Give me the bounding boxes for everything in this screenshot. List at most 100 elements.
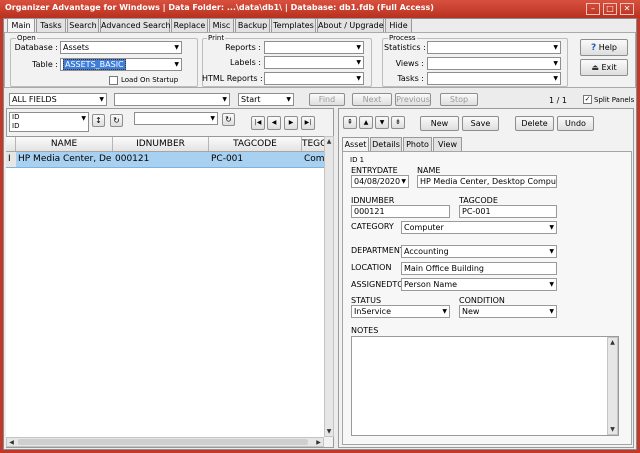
refresh-icon: ↻ [113,116,120,125]
search-field-value: ALL FIELDS [12,95,57,104]
statistics-label: Statistics : [384,43,426,52]
scroll-right-icon[interactable]: ▶ [314,438,323,447]
department-select[interactable]: Accounting ▼ [401,245,557,258]
close-button[interactable]: ✕ [620,3,634,15]
tab-about-upgrade[interactable]: About / Upgrade [317,18,384,32]
move-down-button[interactable]: ▼ [375,116,389,129]
tab-tasks[interactable]: Tasks [36,18,66,32]
status-label: STATUS [351,296,382,305]
notes-scrollbar[interactable]: ▲ ▼ [607,337,618,435]
tab-view[interactable]: View [433,137,462,151]
header-name[interactable]: NAME [16,137,113,151]
search-field-select[interactable]: ALL FIELDS ▼ [9,93,107,106]
search-mode-select[interactable]: Start ▼ [238,93,294,106]
statistics-select[interactable]: ▼ [427,41,561,54]
new-record-button[interactable]: New [420,116,459,131]
prev-record-button[interactable]: ◀ [267,116,281,130]
print-group-title: Print [207,34,226,42]
grid-horizontal-scrollbar[interactable]: ◀ ▶ [6,437,324,447]
tab-hide[interactable]: Hide [385,18,412,32]
refresh-filter-button[interactable]: ↻ [222,113,235,126]
record-counter: 1 / 1 [549,96,567,105]
grid-header: NAME IDNUMBER TAGCODE TEGO [6,137,324,152]
previous-button[interactable]: Previous [395,93,431,106]
last-icon: ▶| [304,119,312,126]
html-reports-select[interactable]: ▼ [264,72,364,85]
tab-replace[interactable]: Replace [171,18,208,32]
find-button[interactable]: Find [309,93,345,106]
scroll-up-icon[interactable]: ▲ [608,338,617,347]
header-idnumber[interactable]: IDNUMBER [113,137,209,151]
stop-button[interactable]: Stop [440,93,478,106]
location-field[interactable]: Main Office Building [401,262,557,275]
name-field[interactable]: HP Media Center, Desktop Computer [417,175,557,188]
scroll-thumb[interactable] [18,439,308,445]
exit-button[interactable]: ⏏ Exit [580,59,628,76]
tab-details[interactable]: Details [370,137,402,151]
chevron-down-icon: ▼ [356,75,361,82]
header-category[interactable]: TEGO [302,137,324,151]
cell-idnumber[interactable]: 000121 [113,152,209,167]
maximize-button[interactable]: □ [603,3,617,15]
process-group-title: Process [388,34,417,42]
grid-vertical-scrollbar[interactable]: ▲ ▼ [324,136,334,437]
scroll-down-icon[interactable]: ▼ [608,425,617,434]
sort-field-select[interactable]: ID ID ▼ [9,112,89,132]
move-top-icon: ⇞ [347,118,353,126]
assignedto-select[interactable]: Person Name ▼ [401,278,557,291]
tasks-select[interactable]: ▼ [427,72,561,85]
sort-direction-button[interactable]: ↕ [92,114,105,127]
table-row[interactable]: I HP Media Center, De 000121 PC-001 Comp [6,152,324,168]
tab-main[interactable]: Main [7,18,35,33]
cell-category[interactable]: Comp [302,152,324,167]
labels-select[interactable]: ▼ [264,56,364,69]
idnumber-field[interactable]: 000121 [351,205,450,218]
last-record-button[interactable]: ▶| [301,116,315,130]
tab-templates[interactable]: Templates [271,18,316,32]
first-record-button[interactable]: |◀ [251,116,265,130]
next-button[interactable]: Next [352,93,392,106]
category-select[interactable]: Computer ▼ [401,221,557,234]
search-text-input[interactable]: ▼ [114,93,230,106]
sort-arrows-icon: ↕ [95,116,102,125]
chevron-down-icon: ▼ [210,115,215,122]
undo-button[interactable]: Undo [557,116,594,131]
table-select[interactable]: ASSETS_BASIC ▼ [60,58,182,71]
next-record-button[interactable]: ▶ [284,116,298,130]
header-tagcode[interactable]: TAGCODE [209,137,302,151]
cell-tagcode[interactable]: PC-001 [209,152,302,167]
notes-textarea[interactable] [351,336,619,436]
minimize-button[interactable]: – [586,3,600,15]
filter-select[interactable]: ▼ [134,112,218,125]
reports-select[interactable]: ▼ [264,41,364,54]
chevron-down-icon: ▼ [549,224,554,231]
condition-select[interactable]: New ▼ [459,305,557,318]
tab-photo[interactable]: Photo [403,137,432,151]
cell-name[interactable]: HP Media Center, De [16,152,113,167]
help-button[interactable]: ? Help [580,39,628,56]
status-select[interactable]: InService ▼ [351,305,450,318]
tab-search[interactable]: Search [67,18,99,32]
chevron-down-icon: ▼ [549,281,554,288]
save-record-button[interactable]: Save [462,116,499,131]
database-select[interactable]: Assets ▼ [60,41,182,54]
split-panels-checkbox[interactable]: ✓ [583,95,592,104]
tab-asset[interactable]: Asset [342,137,369,152]
views-select[interactable]: ▼ [427,57,561,70]
tab-advanced-search[interactable]: Advanced Search [100,18,171,32]
move-bottom-button[interactable]: ⇟ [391,116,405,129]
html-reports-label: HTML Reports : [202,74,263,83]
tab-backup[interactable]: Backup [235,18,270,32]
move-up-button[interactable]: ▲ [359,116,373,129]
refresh-sort-button[interactable]: ↻ [110,114,123,127]
title-bar: Organizer Advantage for Windows | Data F… [0,0,640,18]
delete-record-button[interactable]: Delete [515,116,554,131]
move-top-button[interactable]: ⇞ [343,116,357,129]
load-on-startup-checkbox[interactable] [109,76,118,85]
tab-misc[interactable]: Misc [209,18,234,32]
scroll-down-icon[interactable]: ▼ [325,427,333,436]
scroll-left-icon[interactable]: ◀ [7,438,16,447]
scroll-up-icon[interactable]: ▲ [325,137,333,146]
tagcode-field[interactable]: PC-001 [459,205,557,218]
entrydate-field[interactable]: 04/08/2020 ▼ [351,175,409,188]
